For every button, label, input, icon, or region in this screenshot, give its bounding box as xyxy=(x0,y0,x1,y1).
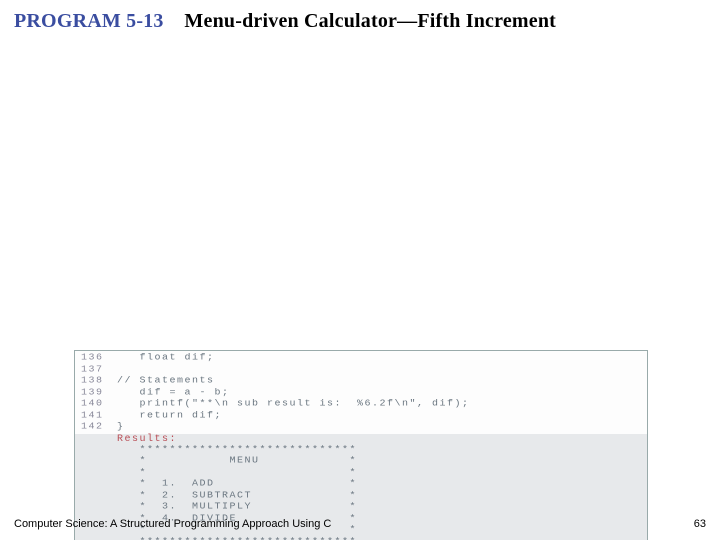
results-label: Results: xyxy=(81,434,641,445)
slide-title: Menu-driven Calculator—Fifth Increment xyxy=(184,10,556,32)
code-line: 136 float dif; xyxy=(81,353,641,364)
output-line: ***************************** xyxy=(81,537,641,540)
output-line: * 2. SUBTRACT * xyxy=(81,491,641,502)
code-line: 142} xyxy=(81,422,641,433)
page-number: 63 xyxy=(694,518,706,530)
slide-footer: Computer Science: A Structured Programmi… xyxy=(14,518,706,530)
code-line: 141 return dif; xyxy=(81,411,641,422)
code-block: 136 float dif; 137 138// Statements 139 … xyxy=(74,350,648,540)
code-source: 136 float dif; 137 138// Statements 139 … xyxy=(74,350,648,434)
code-line: 140 printf("**\n sub result is: %6.2f\n"… xyxy=(81,399,641,410)
footer-text: Computer Science: A Structured Programmi… xyxy=(14,518,331,530)
output-line: ***************************** xyxy=(81,445,641,456)
slide-page: PROGRAM 5-13 Menu-driven Calculator—Fift… xyxy=(0,0,720,540)
code-line: 137 xyxy=(81,365,641,376)
code-line: 139 dif = a - b; xyxy=(81,388,641,399)
slide-header: PROGRAM 5-13 Menu-driven Calculator—Fift… xyxy=(14,10,556,33)
output-line: * * xyxy=(81,468,641,479)
output-line: * 1. ADD * xyxy=(81,479,641,490)
program-label: PROGRAM 5-13 xyxy=(14,10,164,32)
code-line: 138// Statements xyxy=(81,376,641,387)
output-line: * MENU * xyxy=(81,456,641,467)
output-line: * 3. MULTIPLY * xyxy=(81,502,641,513)
